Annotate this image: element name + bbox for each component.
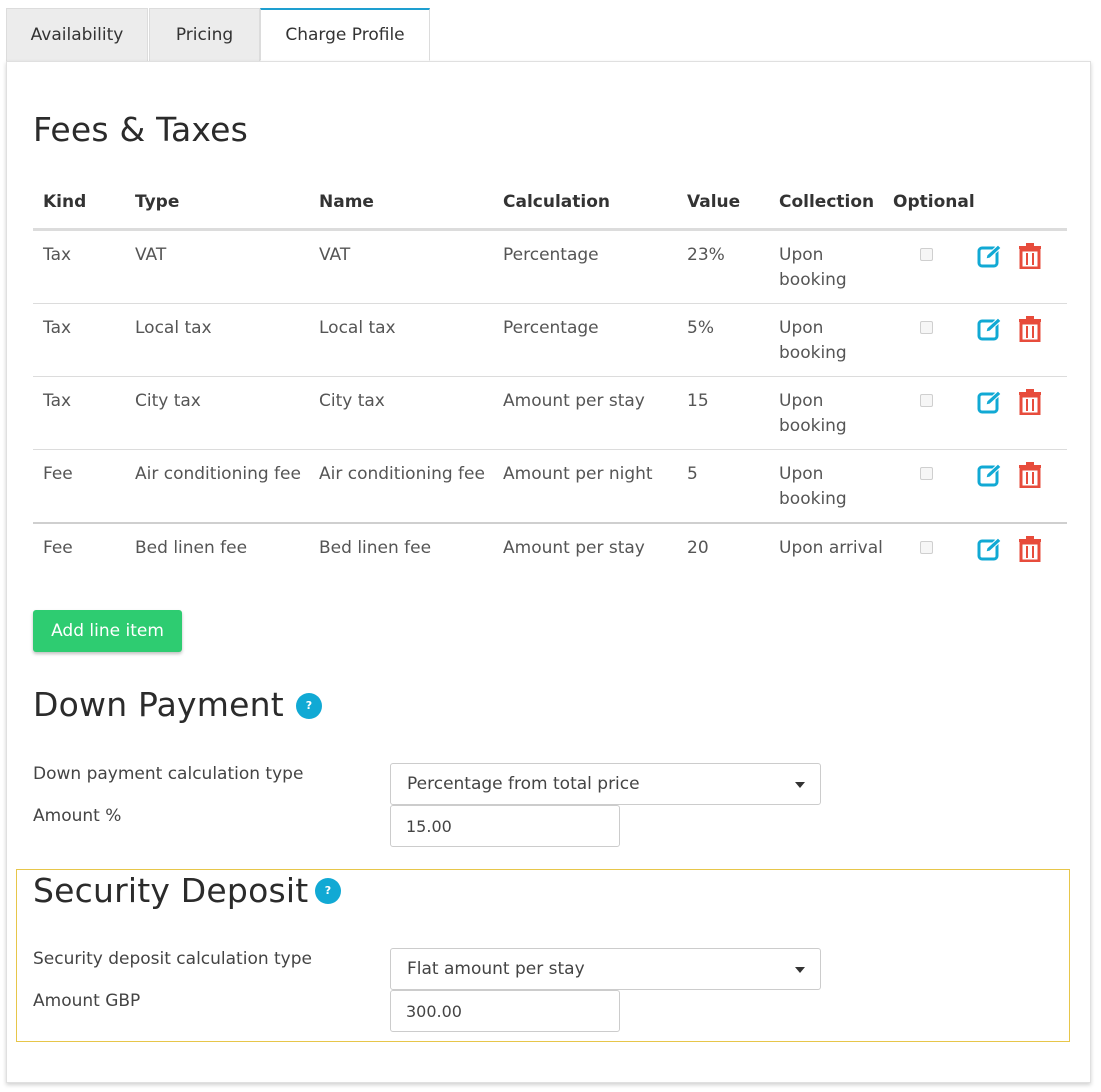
cell-collection: Upon booking [769, 376, 883, 450]
table-row: Tax Local tax Local tax Percentage 5% Up… [33, 303, 1067, 377]
column-header-name: Name [309, 176, 493, 231]
cell-value: 23% [677, 229, 769, 304]
column-header-optional: Optional [883, 176, 977, 231]
edit-icon[interactable] [977, 389, 1003, 415]
tab-pricing[interactable]: Pricing [149, 8, 260, 61]
optional-checkbox[interactable] [920, 394, 933, 407]
fees-taxes-title: Fees & Taxes [33, 110, 249, 149]
cell-optional [883, 229, 977, 304]
charge-profile-panel: Fees & Taxes Kind Type Name Calculation … [6, 61, 1091, 1083]
column-header-type: Type [125, 176, 309, 231]
cell-optional [883, 303, 977, 377]
trash-icon[interactable] [1018, 389, 1044, 415]
edit-icon[interactable] [977, 316, 1003, 342]
cell-name: Air conditioning fee [309, 449, 493, 524]
down-payment-type-value: Percentage from total price [407, 774, 640, 794]
down-payment-type-label: Down payment calculation type [33, 764, 304, 784]
help-icon[interactable]: ? [315, 878, 341, 904]
fees-taxes-table: Kind Type Name Calculation Value Collect… [33, 176, 1067, 594]
optional-checkbox[interactable] [920, 541, 933, 554]
down-payment-amount-label: Amount % [33, 806, 122, 826]
security-deposit-section: Security Deposit ? Security deposit calc… [16, 869, 1070, 1042]
cell-kind: Fee [43, 538, 73, 558]
security-deposit-amount-input[interactable]: 300.00 [390, 990, 620, 1032]
trash-icon[interactable] [1018, 462, 1044, 488]
tab-charge-profile[interactable]: Charge Profile [260, 8, 430, 61]
cell-optional [883, 376, 977, 450]
optional-checkbox[interactable] [920, 248, 933, 261]
cell-name: VAT [309, 229, 493, 304]
cell-name: Bed linen fee [319, 538, 432, 558]
trash-icon[interactable] [1018, 536, 1044, 562]
cell-value: 5% [677, 303, 769, 377]
cell-kind: Tax [33, 229, 125, 304]
optional-checkbox[interactable] [920, 467, 933, 480]
cell-value: 5 [677, 449, 769, 524]
cell-optional [883, 449, 977, 524]
table-row: Tax City tax City tax Amount per stay 15… [33, 376, 1067, 450]
cell-optional [883, 523, 977, 594]
column-header-value: Value [677, 176, 769, 231]
cell-actions [977, 376, 1067, 450]
help-icon[interactable]: ? [296, 693, 322, 719]
cell-kind: Tax [33, 303, 125, 377]
cell-type: Bed linen fee [135, 538, 248, 558]
add-line-item-button[interactable]: Add line item [33, 610, 182, 652]
cell-actions [977, 303, 1067, 377]
cell-value: 15 [677, 376, 769, 450]
down-payment-title: Down Payment [33, 685, 284, 724]
cell-calculation: Amount per night [493, 449, 677, 524]
cell-calculation: Percentage [493, 229, 677, 304]
security-deposit-type-select[interactable]: Flat amount per stay [390, 948, 821, 990]
cell-name: City tax [309, 376, 493, 450]
cell-actions [977, 449, 1067, 524]
cell-actions [977, 229, 1067, 304]
cell-type: City tax [125, 376, 309, 450]
edit-icon[interactable] [977, 243, 1003, 269]
cell-collection: Upon booking [769, 449, 883, 524]
cell-calculation: Percentage [493, 303, 677, 377]
cell-collection: Upon arrival [779, 538, 883, 558]
down-payment-amount-input[interactable]: 15.00 [390, 805, 620, 847]
cell-calculation: Amount per stay [493, 376, 677, 450]
security-deposit-type-value: Flat amount per stay [407, 959, 585, 979]
cell-collection: Upon booking [769, 229, 883, 304]
edit-icon[interactable] [977, 462, 1003, 488]
security-deposit-amount-label: Amount GBP [33, 991, 141, 1011]
column-header-collection: Collection [769, 176, 883, 231]
security-deposit-type-label: Security deposit calculation type [33, 949, 312, 969]
cell-calculation: Amount per stay [503, 538, 645, 558]
cell-actions [977, 523, 1067, 594]
cell-type: VAT [125, 229, 309, 304]
table-header-row: Kind Type Name Calculation Value Collect… [33, 176, 1067, 231]
edit-icon[interactable] [977, 536, 1003, 562]
table-row: Fee Air conditioning fee Air conditionin… [33, 449, 1067, 524]
trash-icon[interactable] [1018, 316, 1044, 342]
column-header-kind: Kind [33, 176, 125, 231]
optional-checkbox[interactable] [920, 321, 933, 334]
cell-collection: Upon booking [769, 303, 883, 377]
trash-icon[interactable] [1018, 243, 1044, 269]
cell-kind: Fee [33, 449, 125, 524]
column-header-calculation: Calculation [493, 176, 677, 231]
cell-name: Local tax [309, 303, 493, 377]
cell-kind: Tax [33, 376, 125, 450]
table-row: Fee Bed linen fee Bed linen fee Amount p… [33, 523, 1067, 594]
down-payment-type-select[interactable]: Percentage from total price [390, 763, 821, 805]
security-deposit-title: Security Deposit [33, 871, 309, 910]
cell-type: Local tax [125, 303, 309, 377]
caret-down-icon [795, 782, 805, 788]
cell-type: Air conditioning fee [125, 449, 309, 524]
cell-value: 20 [687, 538, 709, 558]
tab-availability[interactable]: Availability [6, 8, 148, 61]
tab-bar: Availability Pricing Charge Profile [6, 8, 430, 61]
table-row: Tax VAT VAT Percentage 23% Upon booking [33, 229, 1067, 304]
caret-down-icon [795, 967, 805, 973]
column-header-actions [977, 176, 1067, 231]
